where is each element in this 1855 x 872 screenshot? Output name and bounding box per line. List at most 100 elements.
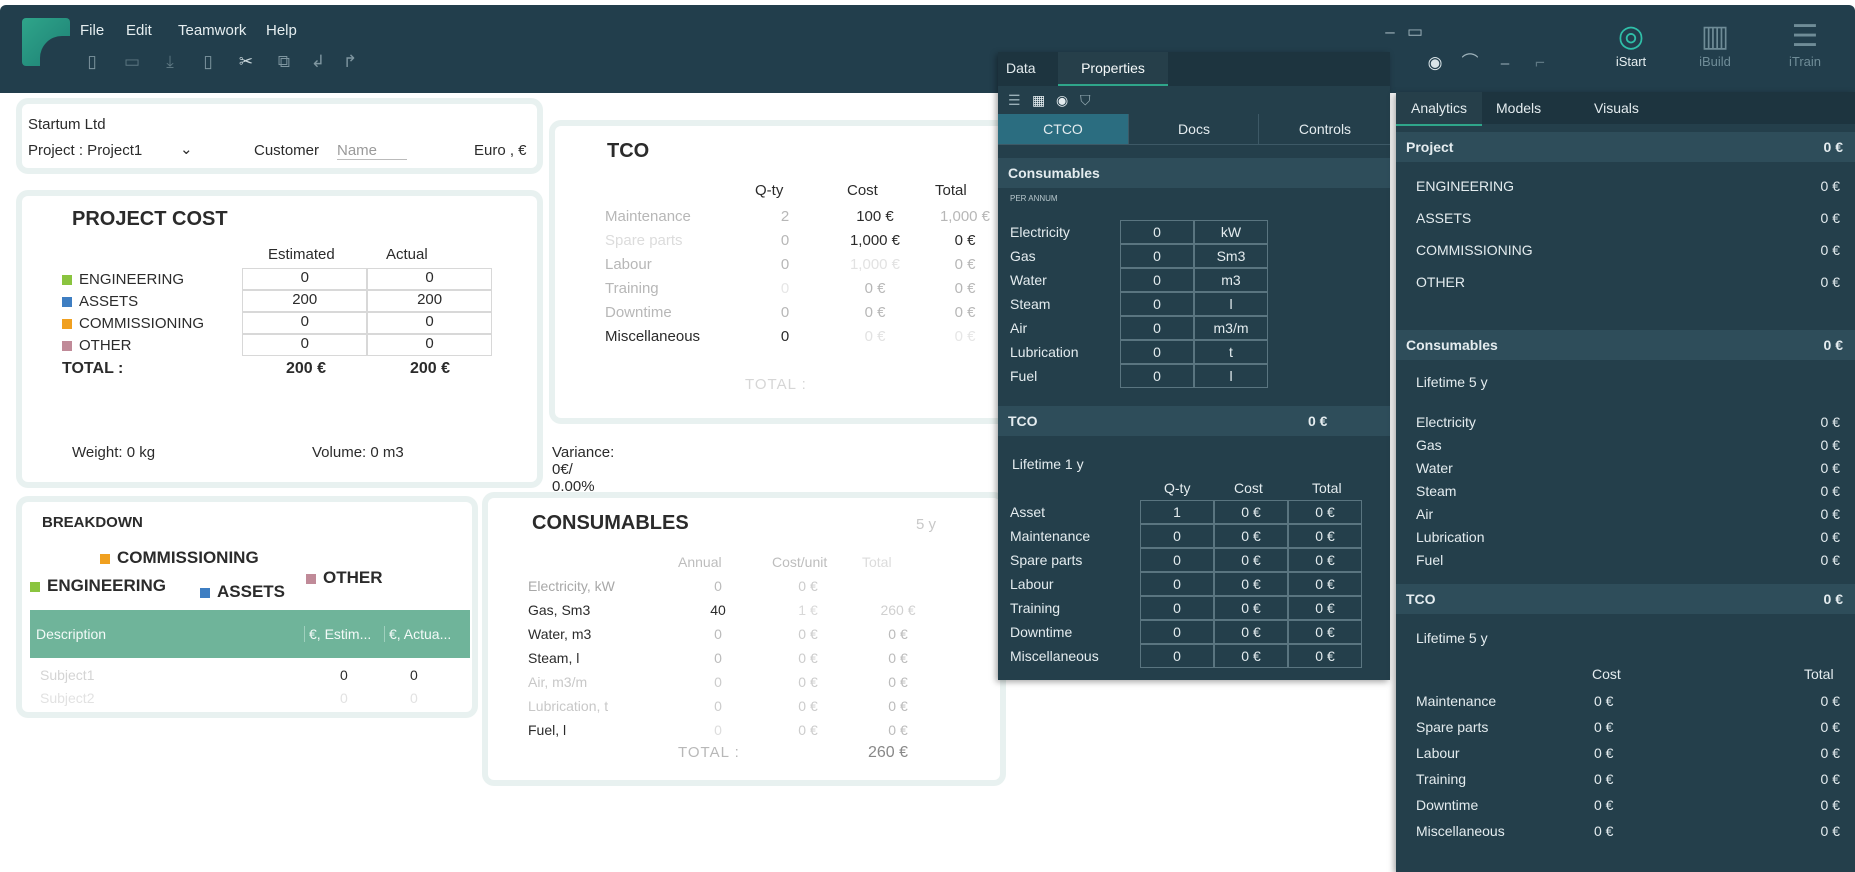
chevron-down-icon[interactable]: ⌄	[180, 140, 193, 158]
estimated-field[interactable]: 0	[242, 268, 368, 290]
copy-icon[interactable]: ▯	[198, 52, 218, 72]
tab-visuals[interactable]: Visuals	[1594, 92, 1639, 124]
cost-unit-header: Cost/unit	[772, 554, 828, 570]
tco-section-header[interactable]: TCO 0 €	[1396, 584, 1855, 614]
consumables-total-value: 260 €	[868, 744, 909, 761]
link-icon[interactable]: ⌒	[1460, 53, 1480, 73]
list-item: Electricity 0 €	[1416, 413, 1840, 430]
col-description[interactable]: Description	[36, 626, 106, 642]
menu-help[interactable]: Help	[266, 22, 297, 39]
list-item: Spare parts 0 €0 €	[1416, 719, 1840, 735]
eye-icon[interactable]: ◉	[1425, 53, 1445, 73]
table-row[interactable]: Subject2 0 0	[30, 688, 470, 710]
download-icon[interactable]: ⤓	[160, 52, 180, 72]
project-select[interactable]: Project : Project1	[28, 142, 142, 159]
tco-lifetime[interactable]: Lifetime 5 y	[1416, 630, 1488, 646]
open-icon[interactable]: ▭	[122, 52, 142, 72]
project-section-total: 0 €	[1823, 139, 1843, 155]
actual-field[interactable]: 200	[367, 290, 492, 312]
list-item: Labour 0 €0 €	[1416, 745, 1840, 761]
tco-row: Downtime 0 0 €0 €	[1010, 620, 1380, 644]
estimated-header: Estimated	[268, 246, 335, 263]
tab-controls[interactable]: Controls	[1258, 114, 1391, 144]
breakdown-table-header: Description €, Estim... €, Actua...	[30, 610, 470, 658]
commissioning-swatch	[62, 318, 72, 329]
col-estimated[interactable]: €, Estim...	[304, 626, 371, 642]
istart-button[interactable]: ◎ iStart	[1596, 20, 1666, 69]
actual-field[interactable]: 0	[367, 334, 492, 356]
tco-section-header[interactable]: TCO 0 €	[998, 406, 1390, 436]
curve-icon[interactable]: ⌐	[1530, 53, 1550, 73]
itrain-button[interactable]: ☰ iTrain	[1770, 20, 1840, 69]
list-item: Downtime 0 €0 €	[1416, 797, 1840, 813]
estimated-field[interactable]: 0	[242, 312, 368, 334]
menu-teamwork[interactable]: Teamwork	[178, 22, 246, 39]
estimated-field[interactable]: 200	[242, 290, 368, 312]
consumables-title: CONSUMABLES	[532, 512, 689, 534]
consumable-row: Steam, l00 €0 €	[528, 650, 908, 666]
legend-commissioning: COMMISSIONING	[100, 548, 259, 568]
commissioning-swatch	[100, 553, 110, 564]
ibuild-button[interactable]: ▥ iBuild	[1680, 20, 1750, 69]
undo-icon[interactable]: ↲	[308, 52, 328, 72]
tab-analytics[interactable]: Analytics	[1396, 92, 1482, 126]
col-actual[interactable]: €, Actua...	[384, 626, 451, 642]
tab-properties[interactable]: Properties	[1058, 52, 1168, 86]
customer-label: Customer	[254, 142, 320, 159]
consumables-lifetime[interactable]: Lifetime 5 y	[1416, 374, 1488, 390]
grid-view-icon[interactable]: ▦	[1032, 92, 1045, 109]
cost-row-engineering: ENGINEERING 0 0	[62, 268, 492, 290]
consumables-lifetime[interactable]: 5 y	[916, 516, 936, 533]
actual-field[interactable]: 0	[367, 268, 492, 290]
tco-row: Training 0 0 €0 €	[1010, 596, 1380, 620]
app-toolbar	[0, 5, 1855, 93]
tco-row: Downtime 0 0 €0 €	[605, 303, 976, 321]
list-item: Gas 0 €	[1416, 436, 1840, 453]
estimated-field[interactable]: 0	[242, 334, 368, 356]
consumables-section-header[interactable]: Consumables	[998, 158, 1390, 188]
tab-docs[interactable]: Docs	[1128, 114, 1259, 144]
tco-row: Labour 0 1,000 €0 €	[605, 255, 976, 273]
tco-row: Maintenance 2 100 €1,000 €	[605, 207, 991, 225]
tab-models[interactable]: Models	[1496, 92, 1541, 124]
menu-edit[interactable]: Edit	[126, 22, 152, 39]
weight-text: Weight: 0 kg	[72, 444, 156, 461]
paste-icon[interactable]: ⧉	[274, 52, 294, 72]
consumable-row: Electricity, kW 0 0 €	[528, 578, 818, 594]
tab-data[interactable]: Data	[1006, 52, 1036, 84]
lock-icon[interactable]: ⛉	[1080, 92, 1091, 109]
currency-select[interactable]: Euro , €	[474, 142, 527, 159]
consumables-section-header[interactable]: Consumables 0 €	[1396, 330, 1855, 360]
customer-input[interactable]: Name	[337, 142, 407, 160]
tco-row: Spare parts 0 1,000 €0 €	[605, 231, 976, 249]
consumables-section-title: Consumables	[1406, 337, 1498, 353]
list-view-icon[interactable]: ☰	[1008, 92, 1021, 109]
tco-qty-header: Q-ty	[755, 182, 784, 199]
list-item: Steam 0 €	[1416, 482, 1840, 499]
eye-icon[interactable]: ◉	[1056, 92, 1068, 109]
new-file-icon[interactable]: ▯	[82, 52, 102, 72]
tab-ctco[interactable]: CTCO	[998, 114, 1128, 144]
qty-header: Q-ty	[1164, 480, 1191, 496]
project-section-header[interactable]: Project 0 €	[1396, 132, 1855, 162]
consumable-row: Lubrication, t00 €0 €	[528, 698, 908, 714]
redo-icon[interactable]: ↱	[340, 52, 360, 72]
consumables-card: CONSUMABLES 5 y Annual Cost/unit Total E…	[488, 498, 1000, 780]
lifetime-field[interactable]: Lifetime 1 y	[1012, 456, 1084, 472]
restore-icon[interactable]: ▭	[1405, 22, 1425, 42]
total-estimated: 200 €	[285, 360, 327, 377]
minimize-icon[interactable]: –	[1380, 22, 1400, 42]
properties-tabbar	[998, 52, 1390, 86]
assets-swatch	[62, 296, 72, 307]
menu-file[interactable]: File	[80, 22, 104, 39]
list-icon: ☰	[1791, 20, 1819, 53]
list-item: Fuel 0 €	[1416, 551, 1840, 568]
tco-rows: Maintenance 0 €0 € Spare parts 0 €0 € Labo…	[1416, 688, 1840, 844]
analytics-panel: Analytics Models Visuals Project 0 € ENG…	[1396, 92, 1855, 872]
actual-field[interactable]: 0	[367, 312, 492, 334]
annual-header: Annual	[678, 554, 722, 570]
cut-icon[interactable]: ✂	[236, 52, 256, 72]
flat-icon[interactable]: ⎯	[1495, 53, 1515, 73]
list-item: ASSETS 0 €	[1416, 210, 1840, 226]
table-row[interactable]: Subject1 0 0	[30, 662, 470, 688]
